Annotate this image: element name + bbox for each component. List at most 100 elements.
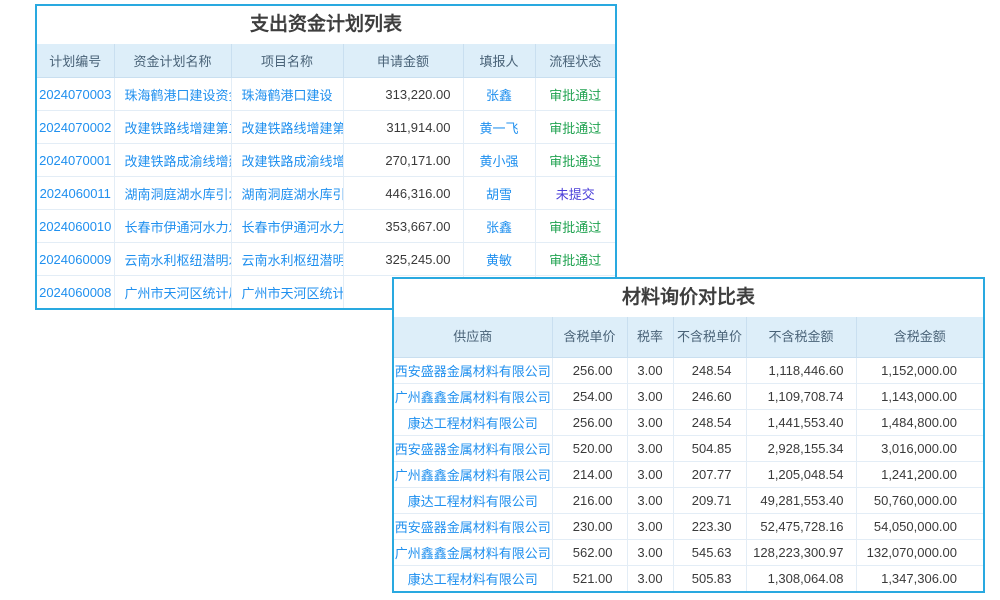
- fund-plan-link[interactable]: 云南水利枢纽潜明水...: [114, 243, 231, 276]
- project-link[interactable]: 湖南洞庭湖水库引...: [231, 177, 343, 210]
- status-text: 审批通过: [549, 88, 601, 103]
- table-row: 广州鑫鑫金属材料有限公司 254.00 3.00 246.60 1,109,70…: [394, 384, 983, 410]
- project-link[interactable]: 广州市天河区统计...: [231, 276, 343, 309]
- material-inquiry-comparison-table: 供应商 含税单价 税率 不含税单价 不含税金额 含税金额 西安盛器金属材料有限公…: [394, 317, 983, 591]
- amount-tax-cell: 54,050,000.00: [856, 514, 983, 540]
- unit-price-tax-cell: 256.00: [552, 358, 627, 384]
- table-row: 康达工程材料有限公司 521.00 3.00 505.83 1,308,064.…: [394, 566, 983, 592]
- plan-no-link[interactable]: 2024060009: [37, 243, 114, 276]
- project-link[interactable]: 改建铁路线增建第...: [231, 111, 343, 144]
- amount-cell: 353,667.00: [343, 210, 463, 243]
- fund-plan-link[interactable]: 长春市伊通河水力发...: [114, 210, 231, 243]
- project-link[interactable]: 云南水利枢纽潜明...: [231, 243, 343, 276]
- table-row: 2024060011 湖南洞庭湖水库引水... 湖南洞庭湖水库引... 446,…: [37, 177, 615, 210]
- app-canvas: 支出资金计划列表 计划编号 资金计划名称 项目名称 申请金额 填报人 流程状态 …: [0, 0, 1000, 600]
- col-header-amount: 申请金额: [343, 44, 463, 78]
- unit-price-notax-cell: 504.85: [673, 436, 746, 462]
- amount-tax-cell: 50,760,000.00: [856, 488, 983, 514]
- supplier-link[interactable]: 广州鑫鑫金属材料有限公司: [394, 462, 552, 488]
- unit-price-notax-cell: 248.54: [673, 358, 746, 384]
- project-link[interactable]: 珠海鹤港口建设: [231, 78, 343, 111]
- amount-notax-cell: 2,928,155.34: [746, 436, 856, 462]
- table-row: 西安盛器金属材料有限公司 256.00 3.00 248.54 1,118,44…: [394, 358, 983, 384]
- person-link[interactable]: 黄一飞: [463, 111, 535, 144]
- amount-notax-cell: 1,109,708.74: [746, 384, 856, 410]
- table-row: 2024070001 改建铁路成渝线增建... 改建铁路成渝线增... 270,…: [37, 144, 615, 177]
- tax-rate-cell: 3.00: [627, 384, 673, 410]
- unit-price-notax-cell: 505.83: [673, 566, 746, 592]
- supplier-link[interactable]: 康达工程材料有限公司: [394, 410, 552, 436]
- supplier-link[interactable]: 西安盛器金属材料有限公司: [394, 436, 552, 462]
- project-link[interactable]: 长春市伊通河水力...: [231, 210, 343, 243]
- tax-rate-cell: 3.00: [627, 410, 673, 436]
- supplier-link[interactable]: 康达工程材料有限公司: [394, 566, 552, 592]
- plan-no-link[interactable]: 2024070002: [37, 111, 114, 144]
- status-badge: 审批通过: [535, 243, 615, 276]
- fund-plan-link[interactable]: 改建铁路线增建第二...: [114, 111, 231, 144]
- table-row: 2024060010 长春市伊通河水力发... 长春市伊通河水力... 353,…: [37, 210, 615, 243]
- unit-price-tax-cell: 254.00: [552, 384, 627, 410]
- table-row: 康达工程材料有限公司 256.00 3.00 248.54 1,441,553.…: [394, 410, 983, 436]
- unit-price-notax-cell: 207.77: [673, 462, 746, 488]
- fund-plan-link[interactable]: 湖南洞庭湖水库引水...: [114, 177, 231, 210]
- table-row: 广州鑫鑫金属材料有限公司 562.00 3.00 545.63 128,223,…: [394, 540, 983, 566]
- tax-rate-cell: 3.00: [627, 358, 673, 384]
- amount-cell: 325,245.00: [343, 243, 463, 276]
- table-row: 康达工程材料有限公司 216.00 3.00 209.71 49,281,553…: [394, 488, 983, 514]
- unit-price-tax-cell: 216.00: [552, 488, 627, 514]
- person-link[interactable]: 黄小强: [463, 144, 535, 177]
- unit-price-tax-cell: 214.00: [552, 462, 627, 488]
- table-header-row: 供应商 含税单价 税率 不含税单价 不含税金额 含税金额: [394, 317, 983, 358]
- status-text: 审批通过: [549, 253, 601, 268]
- unit-price-notax-cell: 209.71: [673, 488, 746, 514]
- fund-plan-link[interactable]: 改建铁路成渝线增建...: [114, 144, 231, 177]
- unit-price-tax-cell: 256.00: [552, 410, 627, 436]
- supplier-link[interactable]: 广州鑫鑫金属材料有限公司: [394, 540, 552, 566]
- tax-rate-cell: 3.00: [627, 436, 673, 462]
- supplier-link[interactable]: 广州鑫鑫金属材料有限公司: [394, 384, 552, 410]
- plan-no-link[interactable]: 2024070003: [37, 78, 114, 111]
- plan-no-link[interactable]: 2024060010: [37, 210, 114, 243]
- person-link[interactable]: 张鑫: [463, 210, 535, 243]
- expenditure-fund-plan-panel: 支出资金计划列表 计划编号 资金计划名称 项目名称 申请金额 填报人 流程状态 …: [35, 4, 617, 310]
- status-badge: 审批通过: [535, 210, 615, 243]
- status-text: 审批通过: [549, 121, 601, 136]
- plan-no-link[interactable]: 2024060011: [37, 177, 114, 210]
- status-text: 审批通过: [549, 154, 601, 169]
- tax-rate-cell: 3.00: [627, 566, 673, 592]
- amount-cell: 446,316.00: [343, 177, 463, 210]
- table-header-row: 计划编号 资金计划名称 项目名称 申请金额 填报人 流程状态: [37, 44, 615, 78]
- table-row: 广州鑫鑫金属材料有限公司 214.00 3.00 207.77 1,205,04…: [394, 462, 983, 488]
- status-badge: 未提交: [535, 177, 615, 210]
- plan-no-link[interactable]: 2024060008: [37, 276, 114, 309]
- tax-rate-cell: 3.00: [627, 514, 673, 540]
- amount-notax-cell: 1,118,446.60: [746, 358, 856, 384]
- plan-no-link[interactable]: 2024070001: [37, 144, 114, 177]
- amount-cell: 270,171.00: [343, 144, 463, 177]
- table-row: 2024060009 云南水利枢纽潜明水... 云南水利枢纽潜明... 325,…: [37, 243, 615, 276]
- amount-tax-cell: 132,070,000.00: [856, 540, 983, 566]
- fund-plan-link[interactable]: 广州市天河区统计局...: [114, 276, 231, 309]
- supplier-link[interactable]: 西安盛器金属材料有限公司: [394, 514, 552, 540]
- fund-plan-link[interactable]: 珠海鹤港口建设资金...: [114, 78, 231, 111]
- unit-price-tax-cell: 562.00: [552, 540, 627, 566]
- unit-price-tax-cell: 230.00: [552, 514, 627, 540]
- person-link[interactable]: 张鑫: [463, 78, 535, 111]
- unit-price-notax-cell: 223.30: [673, 514, 746, 540]
- table-row: 2024070003 珠海鹤港口建设资金... 珠海鹤港口建设 313,220.…: [37, 78, 615, 111]
- unit-price-notax-cell: 246.60: [673, 384, 746, 410]
- expenditure-fund-plan-title: 支出资金计划列表: [37, 6, 615, 44]
- status-text: 未提交: [556, 187, 595, 202]
- tax-rate-cell: 3.00: [627, 462, 673, 488]
- col-header-fund-plan: 资金计划名称: [114, 44, 231, 78]
- status-badge: 审批通过: [535, 144, 615, 177]
- person-link[interactable]: 黄敏: [463, 243, 535, 276]
- project-link[interactable]: 改建铁路成渝线增...: [231, 144, 343, 177]
- supplier-link[interactable]: 西安盛器金属材料有限公司: [394, 358, 552, 384]
- table-row: 2024070002 改建铁路线增建第二... 改建铁路线增建第... 311,…: [37, 111, 615, 144]
- col-header-project: 项目名称: [231, 44, 343, 78]
- status-text: 审批通过: [549, 220, 601, 235]
- person-link[interactable]: 胡雪: [463, 177, 535, 210]
- amount-notax-cell: 128,223,300.97: [746, 540, 856, 566]
- supplier-link[interactable]: 康达工程材料有限公司: [394, 488, 552, 514]
